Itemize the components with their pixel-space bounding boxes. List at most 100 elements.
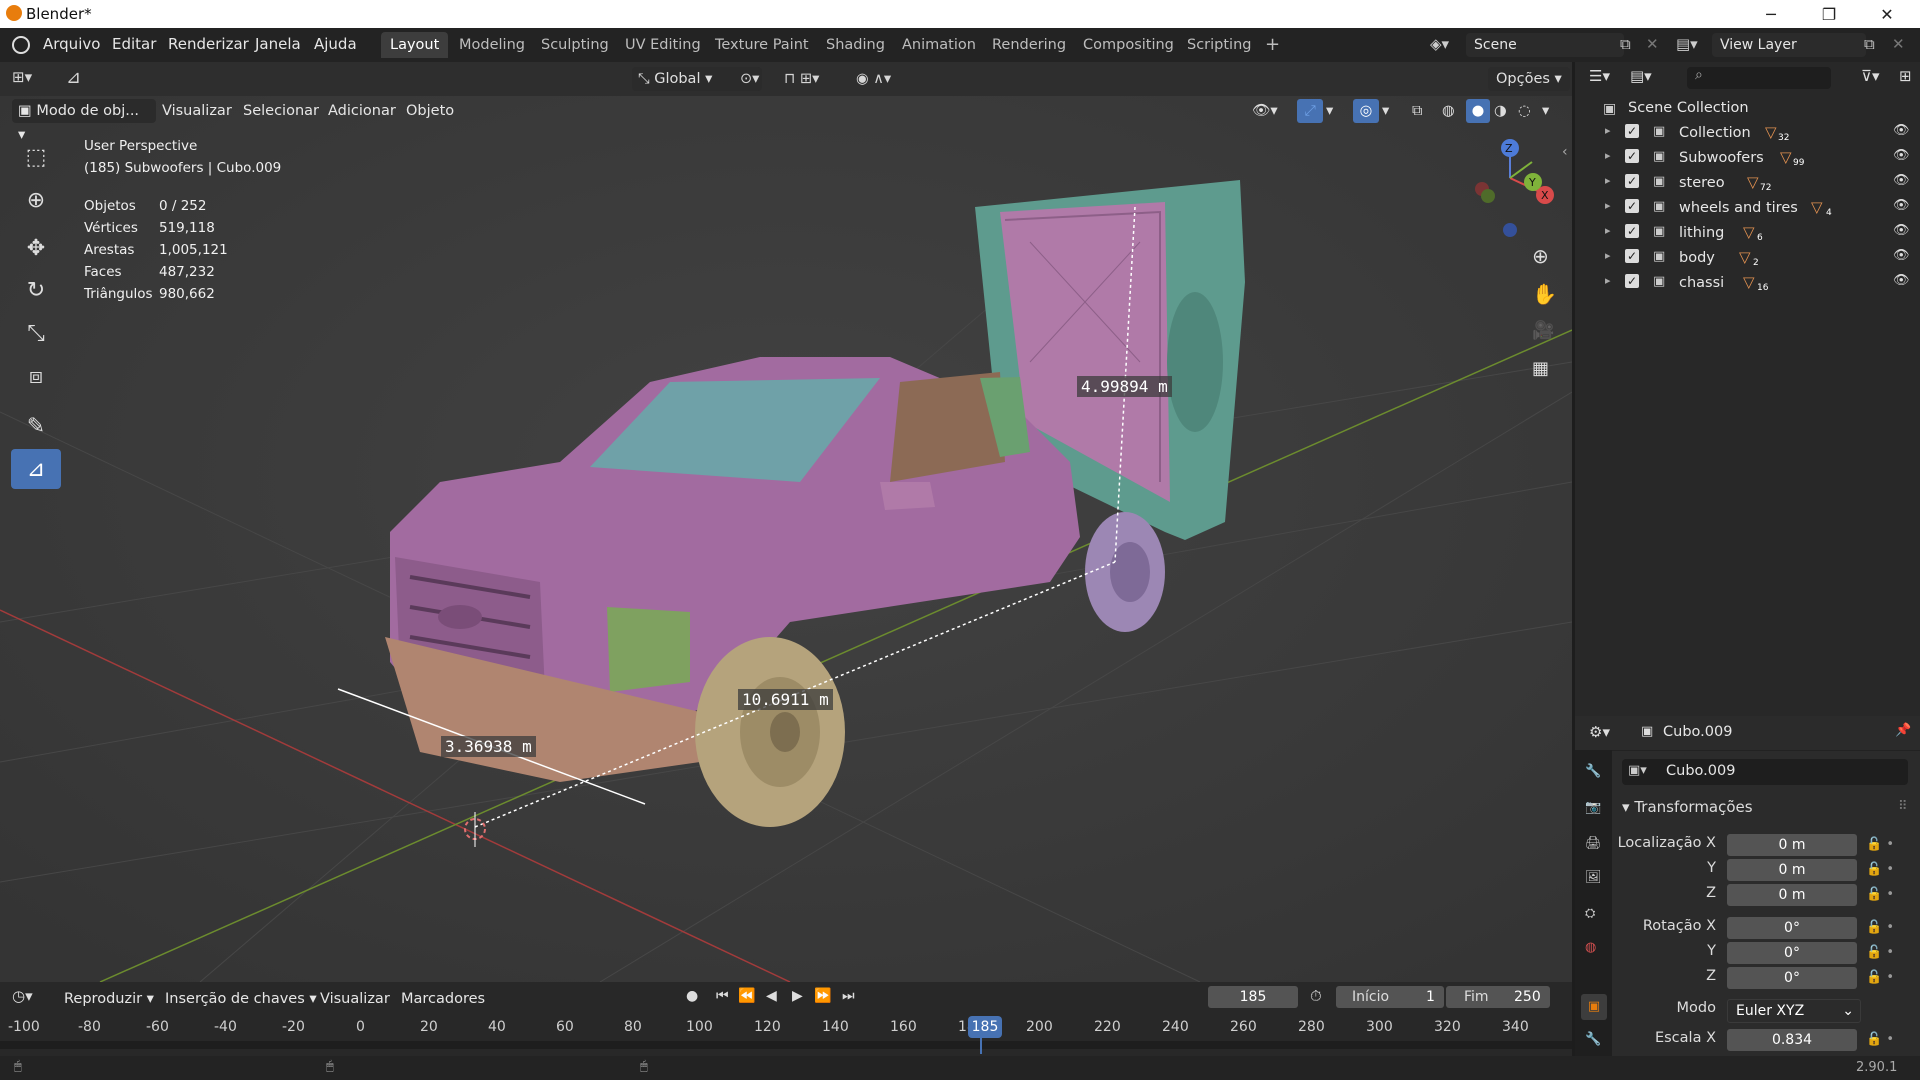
- start-frame-field[interactable]: Início 1: [1336, 986, 1444, 1008]
- outliner-search-input[interactable]: ⌕: [1687, 67, 1831, 89]
- scene-browse-icon[interactable]: ◈▾: [1430, 35, 1460, 55]
- new-view-layer-icon[interactable]: ⧉: [1864, 35, 1875, 53]
- render-tab-icon[interactable]: 📷: [1585, 800, 1601, 815]
- minimize-button[interactable]: ─: [1742, 0, 1800, 28]
- play-icon[interactable]: ▶: [792, 988, 803, 1004]
- select-box-tool-icon[interactable]: ⬚: [11, 137, 61, 177]
- prev-keyframe-icon[interactable]: ⏪: [738, 988, 755, 1004]
- checkbox-icon[interactable]: ✓: [1625, 149, 1639, 163]
- checkbox-icon[interactable]: ✓: [1625, 274, 1639, 288]
- eye-icon[interactable]: 👁: [1893, 223, 1910, 238]
- overlay-dropdown-icon[interactable]: ▾: [1382, 99, 1389, 123]
- visibility-icon[interactable]: 👁▾: [1252, 99, 1278, 123]
- outliner-row-wheels-and-tires[interactable]: ▸ ✓ ▣ wheels and tires ▽ 4 👁: [1575, 196, 1920, 221]
- blender-menu-icon[interactable]: [12, 36, 30, 54]
- pan-hand-icon[interactable]: ✋: [1532, 282, 1557, 306]
- expand-arrow-icon[interactable]: ▸: [1605, 174, 1611, 187]
- lock-location-x-icon[interactable]: 🔓 •: [1866, 837, 1894, 852]
- rotation-z-field[interactable]: 0°: [1727, 967, 1857, 989]
- tab-modeling[interactable]: Modeling: [450, 32, 534, 58]
- playhead-frame-badge[interactable]: 185: [968, 1016, 1002, 1038]
- overlay-toggle-icon[interactable]: ◎: [1353, 99, 1379, 123]
- scale-x-field[interactable]: 0.834: [1727, 1029, 1857, 1051]
- checkbox-icon[interactable]: ✓: [1625, 249, 1639, 263]
- modifier-tab-icon[interactable]: 🔧: [1585, 1032, 1601, 1047]
- checkbox-icon[interactable]: ✓: [1625, 124, 1639, 138]
- add-workspace-button[interactable]: +: [1256, 32, 1289, 58]
- expand-arrow-icon[interactable]: ▸: [1605, 274, 1611, 287]
- camera-view-icon[interactable]: 🎥: [1532, 320, 1554, 341]
- timeline-markers-menu[interactable]: Marcadores: [401, 987, 485, 1011]
- move-tool-icon[interactable]: ✥: [11, 228, 61, 268]
- annotate-tool-icon[interactable]: ✎: [11, 406, 61, 446]
- tab-uv-editing[interactable]: UV Editing: [616, 32, 710, 58]
- next-keyframe-icon[interactable]: ⏩: [814, 988, 831, 1004]
- menu-object[interactable]: Objeto: [406, 99, 454, 123]
- view-layer-tab-icon[interactable]: 🖼: [1585, 870, 1602, 885]
- view-layer-field[interactable]: View Layer: [1712, 33, 1866, 57]
- tab-compositing[interactable]: Compositing: [1074, 32, 1183, 58]
- expand-arrow-icon[interactable]: ▸: [1605, 224, 1611, 237]
- play-reverse-icon[interactable]: ◀: [766, 988, 777, 1004]
- delete-scene-icon[interactable]: ✕: [1646, 35, 1659, 53]
- eye-icon[interactable]: 👁: [1893, 273, 1910, 288]
- 3d-viewport[interactable]: Z X Y 4.99894 m 10.6911 m 3.36938 m User…: [0, 62, 1572, 982]
- perspective-toggle-icon[interactable]: ▦: [1532, 358, 1549, 379]
- scene-tab-icon[interactable]: ⛭: [1585, 906, 1595, 921]
- eye-icon[interactable]: 👁: [1893, 248, 1910, 263]
- new-scene-icon[interactable]: ⧉: [1620, 35, 1631, 53]
- outliner-row-body[interactable]: ▸ ✓ ▣ body ▽ 2 👁: [1575, 246, 1920, 271]
- measure-tool-header-icon[interactable]: ⊿: [66, 67, 81, 88]
- transform-panel-header[interactable]: ▾ Transformações: [1622, 798, 1753, 816]
- lock-location-z-icon[interactable]: 🔓 •: [1866, 887, 1894, 902]
- menu-window[interactable]: Janela: [255, 35, 301, 53]
- timeline-scrollbar[interactable]: [0, 1041, 1572, 1049]
- cursor-tool-icon[interactable]: ⊕: [11, 180, 61, 220]
- snap-icon[interactable]: ⊓ ⊞▾: [784, 67, 819, 91]
- display-mode-icon[interactable]: ▤▾: [1630, 67, 1652, 85]
- tab-scripting[interactable]: Scripting: [1178, 32, 1260, 58]
- pin-icon[interactable]: 📌: [1895, 723, 1911, 738]
- proportional-edit-icon[interactable]: ◉ ∧▾: [856, 67, 891, 91]
- pivot-point-icon[interactable]: ⊙▾: [740, 67, 759, 91]
- lock-rotation-z-icon[interactable]: 🔓 •: [1866, 970, 1894, 985]
- close-button[interactable]: ✕: [1858, 0, 1916, 28]
- menu-help[interactable]: Ajuda: [314, 35, 357, 53]
- expand-arrow-icon[interactable]: ▸: [1605, 149, 1611, 162]
- menu-file[interactable]: Arquivo: [43, 35, 100, 53]
- object-name-field[interactable]: ▣▾ Cubo.009: [1622, 759, 1908, 785]
- eye-icon[interactable]: 👁: [1893, 173, 1910, 188]
- eye-icon[interactable]: 👁: [1893, 123, 1910, 138]
- expand-arrow-icon[interactable]: ▸: [1605, 199, 1611, 212]
- record-button-icon[interactable]: ●: [686, 988, 698, 1004]
- end-frame-field[interactable]: Fim 250: [1446, 986, 1550, 1008]
- outliner-row-collection[interactable]: ▸ ✓ ▣ Collection ▽ 32 👁: [1575, 121, 1920, 146]
- delete-view-layer-icon[interactable]: ✕: [1892, 35, 1905, 53]
- object-tab-icon[interactable]: ▣: [1581, 994, 1607, 1020]
- rotation-y-field[interactable]: 0°: [1727, 942, 1857, 964]
- location-y-field[interactable]: 0 m: [1727, 859, 1857, 881]
- lock-location-y-icon[interactable]: 🔓 •: [1866, 862, 1894, 877]
- sidebar-toggle-icon[interactable]: ‹: [1562, 144, 1568, 160]
- keying-dropdown[interactable]: Inserção de chaves ▾: [165, 987, 317, 1011]
- preview-range-icon[interactable]: ⏱: [1310, 987, 1322, 1005]
- filter-icon[interactable]: ⊽▾: [1861, 67, 1880, 85]
- timeline-editor-icon[interactable]: ◷▾: [12, 987, 33, 1005]
- tab-sculpting[interactable]: Sculpting: [532, 32, 618, 58]
- outliner-row-chassi[interactable]: ▸ ✓ ▣ chassi ▽ 16 👁: [1575, 271, 1920, 296]
- scene-name-field[interactable]: Scene: [1466, 33, 1624, 57]
- solid-shading-icon[interactable]: ●: [1466, 99, 1490, 123]
- tab-texture-paint[interactable]: Texture Paint: [706, 32, 818, 58]
- current-frame-field[interactable]: 185: [1208, 986, 1298, 1008]
- tab-shading[interactable]: Shading: [817, 32, 894, 58]
- gizmo-dropdown-icon[interactable]: ▾: [1326, 99, 1333, 123]
- outliner-row-stereo[interactable]: ▸ ✓ ▣ stereo ▽ 72 👁: [1575, 171, 1920, 196]
- editor-type-icon[interactable]: ⊞▾: [12, 68, 32, 86]
- outliner-row-subwoofers[interactable]: ▸ ✓ ▣ Subwoofers ▽ 99 👁: [1575, 146, 1920, 171]
- options-dropdown[interactable]: Opções ▾: [1488, 67, 1570, 91]
- lock-scale-x-icon[interactable]: 🔓 •: [1866, 1032, 1894, 1047]
- wireframe-shading-icon[interactable]: ◍: [1442, 99, 1455, 123]
- checkbox-icon[interactable]: ✓: [1625, 199, 1639, 213]
- menu-edit[interactable]: Editar: [112, 35, 156, 53]
- tool-tab-icon[interactable]: 🔧: [1585, 764, 1601, 779]
